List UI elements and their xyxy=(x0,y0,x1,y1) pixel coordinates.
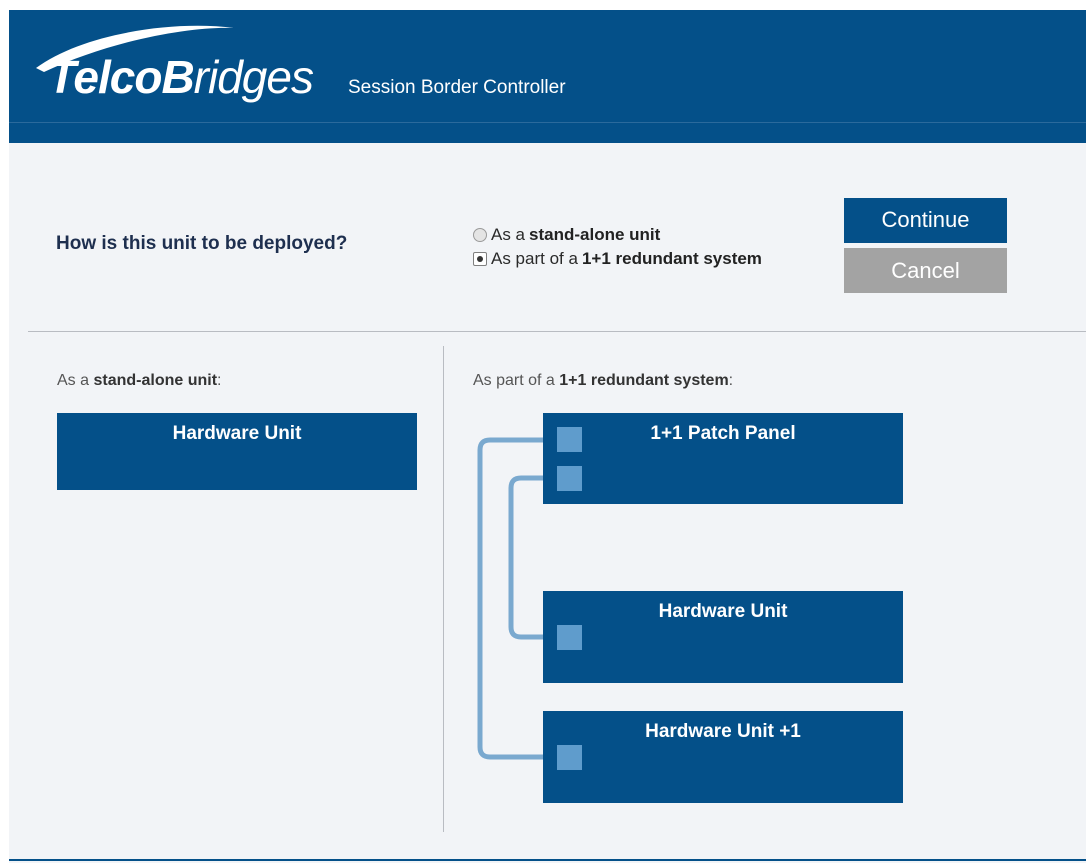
standalone-label-prefix: As a xyxy=(57,372,94,389)
redundant-radio[interactable] xyxy=(473,252,487,266)
patch-panel-port-1 xyxy=(557,427,582,452)
option-redundant-bold: 1+1 redundant system xyxy=(581,249,762,268)
app-title: Session Border Controller xyxy=(348,77,566,98)
logo-wordmark: TelcoBridges xyxy=(48,51,314,103)
standalone-label-bold: stand-alone unit xyxy=(93,372,218,389)
redundant-label-prefix: As part of a xyxy=(473,372,560,389)
patch-panel-box: 1+1 Patch Panel xyxy=(543,413,903,504)
page: TelcoBridges Session Border Controller H… xyxy=(0,0,1086,863)
option-redundant-prefix: As part of a xyxy=(491,249,578,268)
hardware-unit-port xyxy=(557,625,582,650)
header-strip xyxy=(9,122,1086,143)
horizontal-divider xyxy=(28,331,1086,332)
option-standalone[interactable]: As a stand-alone unit xyxy=(473,225,660,245)
redundant-label-suffix: : xyxy=(728,372,734,389)
redundant-unit-plus1-label: Hardware Unit +1 xyxy=(645,721,801,742)
redundant-section-label: As part of a 1+1 redundant system: xyxy=(473,372,733,390)
deployment-question: How is this unit to be deployed? xyxy=(56,233,348,254)
option-redundant[interactable]: As part of a 1+1 redundant system xyxy=(473,249,762,269)
standalone-section-label: As a stand-alone unit: xyxy=(57,372,221,390)
option-standalone-bold: stand-alone unit xyxy=(529,225,661,244)
redundant-hardware-unit: Hardware Unit xyxy=(543,591,903,683)
continue-button[interactable]: Continue xyxy=(844,198,1007,243)
logo-text-telco: Telco xyxy=(48,51,162,103)
redundant-hardware-unit-plus1: Hardware Unit +1 xyxy=(543,711,903,803)
vertical-divider xyxy=(443,346,444,832)
standalone-unit-label: Hardware Unit xyxy=(172,423,302,444)
patch-panel-port-2 xyxy=(557,466,582,491)
standalone-hardware-unit: Hardware Unit xyxy=(57,413,417,490)
telcobridges-logo: TelcoBridges xyxy=(22,14,322,104)
standalone-radio[interactable] xyxy=(473,228,487,242)
logo-text-ridges: ridges xyxy=(193,51,314,103)
footer-line xyxy=(9,859,1086,861)
redundant-unit-label: Hardware Unit xyxy=(658,601,788,622)
hardware-unit-plus1-port xyxy=(557,745,582,770)
option-standalone-prefix: As a xyxy=(491,225,526,244)
logo-text-b: B xyxy=(161,51,194,103)
cancel-button[interactable]: Cancel xyxy=(844,248,1007,293)
standalone-label-suffix: : xyxy=(217,372,222,389)
redundant-label-bold: 1+1 redundant system xyxy=(559,372,729,389)
patch-panel-label: 1+1 Patch Panel xyxy=(650,423,796,444)
